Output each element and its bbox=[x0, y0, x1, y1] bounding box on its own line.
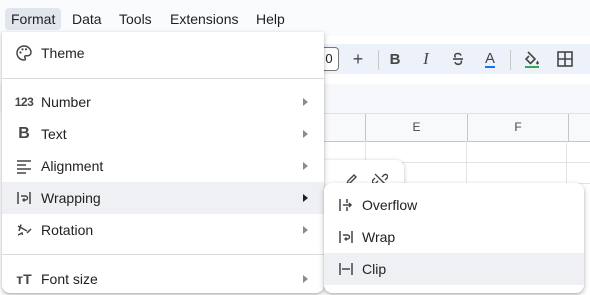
menu-item-label: Rotation bbox=[41, 222, 94, 238]
toolbar-divider bbox=[510, 50, 511, 70]
fill-color-button[interactable] bbox=[520, 44, 544, 74]
menu-item-number[interactable]: 123 Number bbox=[2, 86, 324, 118]
grid-cell[interactable] bbox=[467, 141, 567, 163]
menu-item-label: Font size bbox=[41, 271, 98, 287]
menu-item-rotation[interactable]: Rotation bbox=[2, 214, 324, 246]
menu-item-label: Number bbox=[41, 94, 91, 110]
menu-item-text[interactable]: B Text bbox=[2, 118, 324, 150]
menubar: Format Data Tools Extensions Help bbox=[0, 0, 590, 36]
strikethrough-icon bbox=[453, 52, 463, 66]
wrapping-submenu: Overflow Wrap Clip bbox=[324, 183, 584, 293]
menu-item-label: Wrapping bbox=[41, 190, 101, 206]
menu-item-alignment[interactable]: Alignment bbox=[2, 150, 324, 182]
text-color-button[interactable]: A bbox=[478, 44, 502, 74]
palette-icon bbox=[14, 43, 34, 63]
column-headers: E F bbox=[320, 113, 590, 142]
toolbar: 0 + B I A bbox=[320, 44, 590, 74]
grid-cell[interactable] bbox=[567, 162, 590, 184]
menu-item-label: Alignment bbox=[41, 158, 104, 174]
column-header-g[interactable] bbox=[568, 114, 590, 141]
submenu-item-wrap[interactable]: Wrap bbox=[324, 221, 584, 253]
column-header-f[interactable]: F bbox=[467, 114, 568, 141]
menu-item-wrapping[interactable]: Wrapping bbox=[2, 182, 324, 214]
submenu-arrow-icon bbox=[303, 130, 308, 138]
menu-format[interactable]: Format bbox=[5, 8, 62, 30]
menu-item-label: Text bbox=[41, 126, 67, 142]
borders-button[interactable] bbox=[553, 44, 577, 74]
formula-bar bbox=[320, 84, 590, 113]
grid-cell[interactable] bbox=[567, 141, 590, 163]
align-left-icon bbox=[14, 156, 34, 176]
menu-item-theme[interactable]: Theme bbox=[2, 37, 324, 69]
submenu-item-label: Overflow bbox=[362, 197, 418, 213]
submenu-item-overflow[interactable]: Overflow bbox=[324, 189, 584, 221]
menu-item-label: Theme bbox=[41, 45, 85, 61]
menu-extensions[interactable]: Extensions bbox=[164, 8, 244, 30]
borders-icon bbox=[557, 51, 573, 67]
menu-divider bbox=[2, 254, 324, 255]
paint-bucket-icon bbox=[524, 51, 539, 68]
clip-icon bbox=[336, 259, 356, 279]
submenu-item-label: Wrap bbox=[362, 229, 396, 245]
submenu-arrow-icon bbox=[303, 162, 308, 170]
menu-data[interactable]: Data bbox=[66, 8, 108, 30]
submenu-item-clip[interactable]: Clip bbox=[324, 253, 584, 285]
menu-tools[interactable]: Tools bbox=[113, 8, 158, 30]
text-rotation-icon bbox=[14, 220, 34, 240]
menu-item-font-size[interactable]: тT Font size bbox=[2, 263, 324, 295]
grid-cell[interactable] bbox=[467, 162, 567, 184]
font-size-icon: тT bbox=[16, 271, 32, 287]
overflow-icon bbox=[336, 195, 356, 215]
toolbar-divider bbox=[378, 50, 379, 70]
submenu-item-label: Clip bbox=[362, 261, 387, 277]
number-format-icon: 123 bbox=[14, 95, 34, 109]
text-color-label: A bbox=[484, 50, 495, 67]
submenu-arrow-icon bbox=[303, 194, 308, 202]
italic-button[interactable]: I bbox=[415, 44, 437, 74]
column-header-e[interactable]: E bbox=[365, 114, 467, 141]
wrap-text-icon bbox=[14, 188, 34, 208]
menu-divider bbox=[2, 78, 324, 79]
strikethrough-button[interactable] bbox=[446, 44, 470, 74]
submenu-arrow-icon bbox=[303, 98, 308, 106]
submenu-arrow-icon bbox=[303, 226, 308, 234]
grid-cell[interactable] bbox=[404, 162, 467, 184]
bold-text-icon: B bbox=[18, 125, 30, 142]
wrap-icon bbox=[336, 227, 356, 247]
bold-button[interactable]: B bbox=[384, 44, 406, 74]
format-menu: Theme 123 Number B Text Alignment Wrappi… bbox=[2, 32, 324, 293]
menu-help[interactable]: Help bbox=[250, 8, 291, 30]
submenu-arrow-icon bbox=[303, 275, 308, 283]
increase-font-size-button[interactable]: + bbox=[346, 44, 370, 74]
